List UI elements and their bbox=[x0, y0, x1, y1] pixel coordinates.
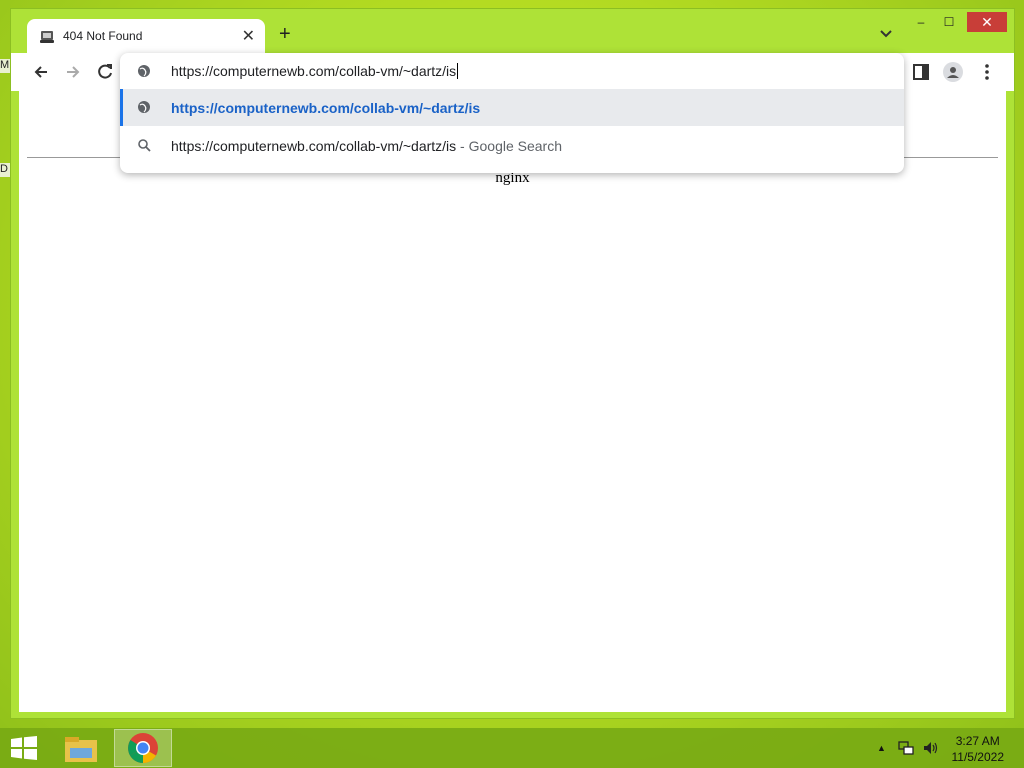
close-window-button[interactable]: ✕ bbox=[967, 12, 1007, 32]
windows-start-icon[interactable] bbox=[10, 736, 38, 760]
text-caret bbox=[457, 63, 459, 79]
clock-time: 3:27 AM bbox=[955, 734, 1000, 748]
suggestion-search-suffix: - Google Search bbox=[456, 138, 563, 154]
tab-404-not-found[interactable]: 404 Not Found ✕ bbox=[27, 19, 265, 55]
forward-arrow-icon[interactable] bbox=[63, 62, 83, 82]
new-tab-button[interactable]: + bbox=[279, 24, 291, 44]
tab-title: 404 Not Found bbox=[63, 29, 143, 43]
volume-icon[interactable] bbox=[922, 740, 938, 756]
chrome-icon bbox=[128, 733, 158, 763]
search-icon bbox=[138, 139, 151, 152]
minimize-button[interactable]: – bbox=[909, 12, 933, 32]
tab-search-chevron-icon[interactable] bbox=[879, 27, 893, 41]
suggestion-search-row[interactable]: https://computernewb.com/collab-vm/~dart… bbox=[120, 127, 904, 164]
network-icon[interactable] bbox=[898, 740, 914, 756]
maximize-button[interactable]: ☐ bbox=[937, 12, 961, 32]
chrome-taskbar-button[interactable] bbox=[114, 729, 172, 767]
page-content: nginx bbox=[19, 91, 1006, 712]
reload-icon[interactable] bbox=[95, 62, 115, 82]
taskbar: ▲ 3:27 AM 11/5/2022 bbox=[0, 728, 1024, 768]
page-favicon-icon bbox=[40, 31, 54, 43]
menu-kebab-icon[interactable] bbox=[977, 62, 997, 82]
back-arrow-icon[interactable] bbox=[31, 62, 51, 82]
globe-icon bbox=[138, 65, 150, 77]
side-panel-icon[interactable] bbox=[911, 62, 931, 82]
tab-strip: 404 Not Found ✕ + – ☐ ✕ bbox=[11, 9, 1014, 55]
desktop-icon-label-fragment[interactable]: M bbox=[0, 59, 10, 73]
globe-icon bbox=[138, 101, 150, 113]
suggestion-url-text: https://computernewb.com/collab-vm/~dart… bbox=[171, 100, 481, 116]
address-bar-dropdown: https://computernewb.com/collab-vm/~dart… bbox=[120, 53, 904, 173]
selection-indicator bbox=[120, 89, 123, 126]
tab-close-icon[interactable]: ✕ bbox=[242, 26, 255, 46]
suggestion-url-row[interactable]: https://computernewb.com/collab-vm/~dart… bbox=[120, 89, 904, 126]
suggestion-search-text: https://computernewb.com/collab-vm/~dart… bbox=[171, 138, 563, 154]
file-explorer-icon[interactable] bbox=[62, 732, 100, 766]
address-input-text[interactable]: https://computernewb.com/collab-vm/~dart… bbox=[171, 63, 459, 79]
address-bar[interactable]: https://computernewb.com/collab-vm/~dart… bbox=[120, 53, 904, 89]
desktop-icon-label-fragment[interactable]: D bbox=[0, 163, 10, 177]
show-hidden-icons-arrow[interactable]: ▲ bbox=[877, 743, 886, 753]
taskbar-clock[interactable]: 3:27 AM 11/5/2022 bbox=[952, 733, 1005, 765]
profile-avatar-icon[interactable] bbox=[943, 62, 963, 82]
clock-date: 11/5/2022 bbox=[951, 750, 1005, 764]
